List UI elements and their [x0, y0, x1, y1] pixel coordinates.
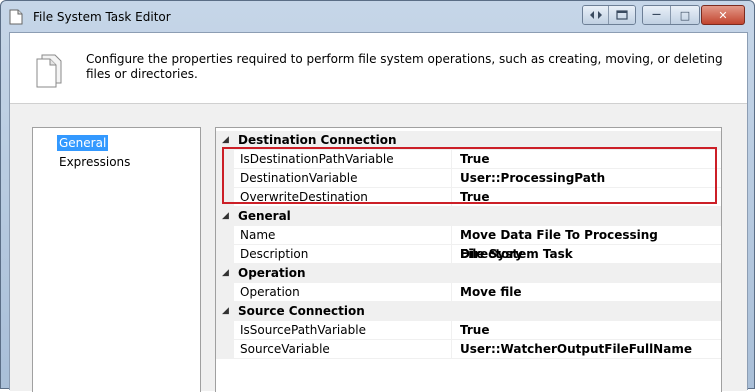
- property-row[interactable]: Description File System Task: [216, 245, 721, 264]
- property-row[interactable]: IsSourcePathVariable True: [216, 321, 721, 340]
- property-name: Name: [234, 226, 452, 245]
- collapse-arrow-icon[interactable]: ◢: [222, 306, 229, 316]
- close-icon: ✕: [718, 8, 728, 22]
- documents-icon: [36, 54, 62, 88]
- extra-buttons: [582, 5, 636, 25]
- dialog-window: File System Task Editor — □ ✕ Configure …: [0, 0, 755, 392]
- restore-panel-button[interactable]: [609, 6, 635, 24]
- category-general[interactable]: ◢ General: [216, 207, 721, 226]
- property-row[interactable]: OverwriteDestination True: [216, 188, 721, 207]
- double-arrow-icon: [589, 11, 602, 19]
- collapse-arrow-icon[interactable]: ◢: [222, 135, 229, 145]
- category-label: Source Connection: [238, 304, 365, 318]
- property-name: OverwriteDestination: [234, 188, 452, 207]
- property-name: IsDestinationPathVariable: [234, 150, 452, 169]
- property-value[interactable]: Move file: [452, 283, 721, 302]
- category-source-connection[interactable]: ◢ Source Connection: [216, 302, 721, 321]
- window-panel-icon: [616, 10, 628, 20]
- property-name: Operation: [234, 283, 452, 302]
- collapse-arrow-icon[interactable]: ◢: [222, 211, 229, 221]
- category-label: General: [238, 209, 291, 223]
- dialog-description: Configure the properties required to per…: [86, 52, 723, 81]
- category-label: Operation: [238, 266, 306, 280]
- collapse-arrow-icon[interactable]: ◢: [222, 268, 229, 278]
- minimize-button[interactable]: —: [643, 6, 671, 24]
- arrows-button[interactable]: [583, 6, 609, 24]
- close-button[interactable]: ✕: [701, 5, 745, 25]
- nav-item-expressions[interactable]: Expressions: [57, 154, 132, 170]
- minimize-icon: —: [652, 10, 661, 20]
- property-row[interactable]: DestinationVariable User::ProcessingPath: [216, 169, 721, 188]
- property-value[interactable]: User::ProcessingPath: [452, 169, 721, 188]
- property-value[interactable]: File System Task: [452, 245, 721, 264]
- maximize-icon: □: [679, 8, 691, 22]
- property-row[interactable]: Operation Move file: [216, 283, 721, 302]
- document-icon: [9, 9, 23, 25]
- category-destination-connection[interactable]: ◢ Destination Connection: [216, 131, 721, 150]
- property-value[interactable]: True: [452, 188, 721, 207]
- property-name: Description: [234, 245, 452, 264]
- property-row[interactable]: Name Move Data File To Processing Direct…: [216, 226, 721, 261]
- property-value[interactable]: True: [452, 321, 721, 340]
- property-name: SourceVariable: [234, 340, 452, 359]
- property-grid: ◢ Destination Connection IsDestinationPa…: [215, 127, 722, 392]
- dialog-client: Configure the properties required to per…: [9, 32, 748, 392]
- dialog-header: Configure the properties required to per…: [10, 33, 747, 103]
- navigation-panel: General Expressions: [32, 127, 201, 392]
- property-value[interactable]: Move Data File To Processing Directory: [452, 226, 721, 261]
- category-operation[interactable]: ◢ Operation: [216, 264, 721, 283]
- window-controls: — □: [642, 5, 700, 25]
- title-bar[interactable]: File System Task Editor — □ ✕: [1, 1, 754, 31]
- property-name: IsSourcePathVariable: [234, 321, 452, 340]
- maximize-button[interactable]: □: [671, 6, 699, 24]
- property-row[interactable]: SourceVariable User::WatcherOutputFileFu…: [216, 340, 721, 359]
- property-name: DestinationVariable: [234, 169, 452, 188]
- window-title: File System Task Editor: [33, 10, 171, 24]
- property-row[interactable]: IsDestinationPathVariable True: [216, 150, 721, 169]
- nav-item-general[interactable]: General: [57, 135, 109, 151]
- property-value[interactable]: True: [452, 150, 721, 169]
- category-label: Destination Connection: [238, 133, 397, 147]
- dialog-body: General Expressions ◢ Destination Connec…: [10, 103, 747, 392]
- property-value[interactable]: User::WatcherOutputFileFullName: [452, 340, 721, 359]
